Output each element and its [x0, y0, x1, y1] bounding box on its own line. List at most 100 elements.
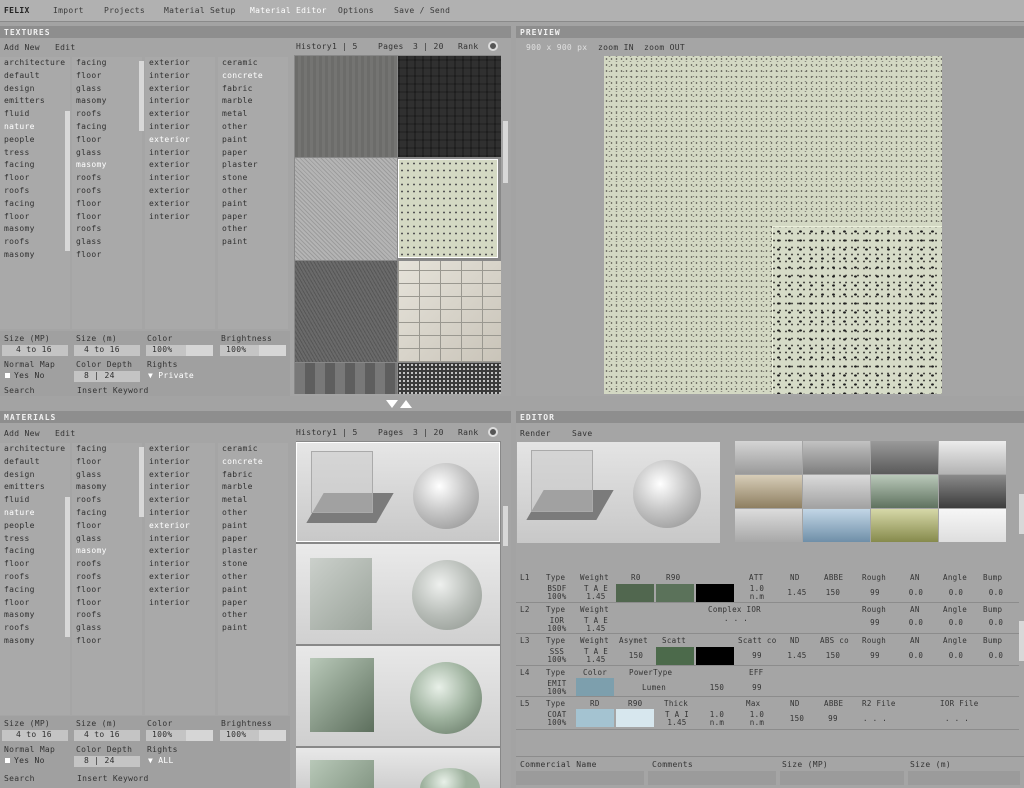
thick-unit-value[interactable]: 1.0 n.m — [702, 711, 732, 727]
rough-value[interactable]: 99 — [860, 619, 890, 627]
list-item[interactable]: floor — [72, 584, 142, 597]
material-grid-scrollbar[interactable] — [503, 506, 508, 546]
list-item[interactable]: paper — [218, 147, 288, 160]
layer-type-value[interactable]: COAT 100% — [542, 711, 572, 727]
menu-import[interactable]: Import — [53, 6, 84, 15]
texture-thumb-selected[interactable] — [398, 159, 498, 258]
zoom-in-button[interactable]: zoom IN — [598, 43, 634, 52]
list-item[interactable]: exterior — [145, 584, 215, 597]
list-item[interactable]: people — [0, 134, 70, 147]
list-item[interactable]: other — [218, 571, 288, 584]
rough-value[interactable]: 99 — [860, 589, 890, 597]
abbe-value[interactable]: 150 — [818, 589, 848, 597]
list-item[interactable]: roofs — [0, 571, 70, 584]
list-item[interactable]: interior — [145, 95, 215, 108]
textures-subcategory-list[interactable]: facing floor glass masomy roofs facing floor gl… — [72, 57, 142, 329]
list-item[interactable]: stone — [218, 172, 288, 185]
texture-thumb[interactable] — [295, 158, 397, 260]
color-swatch[interactable] — [186, 730, 213, 741]
list-item[interactable]: masomy — [0, 223, 70, 236]
layers-scrollbar[interactable] — [1019, 621, 1024, 661]
angle-value[interactable]: 0.0 — [941, 619, 971, 627]
r2-file-value[interactable]: . . . — [860, 715, 890, 723]
list-item[interactable]: interior — [145, 558, 215, 571]
layer-weight-value[interactable]: T A E 1.45 — [578, 585, 614, 601]
list-item[interactable]: people — [0, 520, 70, 533]
texture-thumb[interactable] — [398, 261, 501, 362]
list-item[interactable]: interior — [145, 172, 215, 185]
preset-thumb[interactable] — [871, 441, 938, 474]
list-item[interactable]: exterior — [145, 571, 215, 584]
list-item[interactable]: roofs — [72, 494, 142, 507]
list-item[interactable]: facing — [72, 507, 142, 520]
materials-pages-val[interactable]: 3 | 20 — [413, 428, 444, 437]
list-item[interactable]: default — [0, 70, 70, 83]
list-item[interactable]: exterior — [145, 185, 215, 198]
list-item[interactable]: fluid — [0, 494, 70, 507]
list-item[interactable]: stone — [218, 558, 288, 571]
list-item[interactable]: paper — [218, 597, 288, 610]
list-item[interactable]: masomy — [72, 95, 142, 108]
list-item[interactable]: exterior — [145, 198, 215, 211]
save-button[interactable]: Save — [572, 429, 592, 438]
list-item[interactable]: paint — [218, 584, 288, 597]
textures-history-pages[interactable]: 1 | 5 — [332, 42, 358, 51]
list-item[interactable]: facing — [72, 443, 142, 456]
texture-grid[interactable] — [294, 55, 501, 394]
list-item[interactable]: glass — [72, 83, 142, 96]
size-mp-input[interactable] — [780, 771, 904, 785]
material-grid[interactable] — [296, 441, 501, 788]
list-item[interactable]: interior — [145, 211, 215, 224]
materials-edit[interactable]: Edit — [55, 429, 75, 438]
textures-pages-val[interactable]: 3 | 20 — [413, 42, 444, 51]
r90-color-swatch[interactable] — [656, 584, 694, 602]
expand-up-icon[interactable] — [400, 400, 412, 408]
render-button[interactable]: Render — [520, 429, 551, 438]
list-item[interactable]: masomy — [72, 545, 142, 558]
max-value[interactable]: 1.0 n.m — [742, 711, 772, 727]
list-item[interactable]: floor — [72, 198, 142, 211]
list-item[interactable]: facing — [0, 198, 70, 211]
list-item[interactable]: fabric — [218, 469, 288, 482]
list-item[interactable]: masomy — [0, 249, 70, 262]
eff-value[interactable]: 99 — [742, 684, 772, 692]
list-item[interactable]: masomy — [0, 609, 70, 622]
preset-thumb[interactable] — [871, 475, 938, 508]
list-item[interactable]: floor — [0, 172, 70, 185]
list-item[interactable]: roofs — [72, 223, 142, 236]
refresh-icon[interactable] — [488, 427, 498, 437]
list-item[interactable]: ceramic — [218, 443, 288, 456]
preset-scrollbar[interactable] — [1019, 494, 1024, 534]
layer-type-value[interactable]: SSS 100% — [542, 648, 572, 664]
bump-value[interactable]: 0.0 — [981, 652, 1011, 660]
brightness-swatch[interactable] — [259, 730, 286, 741]
menu-options[interactable]: Options — [338, 6, 374, 15]
list-item[interactable]: marble — [218, 95, 288, 108]
color-swatch[interactable] — [186, 345, 213, 356]
list-item[interactable]: metal — [218, 108, 288, 121]
filter-size-m-input[interactable]: 4 to 16 — [74, 730, 140, 741]
angle-value[interactable]: 0.0 — [941, 652, 971, 660]
list-item[interactable]: interior — [145, 147, 215, 160]
list-item[interactable]: plaster — [218, 159, 288, 172]
layer-weight-value[interactable]: T A E 1.45 — [578, 648, 614, 664]
menu-projects[interactable]: Projects — [104, 6, 145, 15]
list-item[interactable]: glass — [72, 236, 142, 249]
list-item[interactable]: masomy — [0, 635, 70, 648]
textures-material-list[interactable]: ceramic concrete fabric marble metal other pai… — [218, 57, 288, 329]
list-item[interactable]: floor — [72, 520, 142, 533]
materials-add-new[interactable]: Add New — [4, 429, 40, 438]
list-item[interactable]: masomy — [72, 481, 142, 494]
materials-category-list[interactable]: architecture default design emitters fluid na… — [0, 443, 70, 715]
list-item[interactable]: interior — [145, 481, 215, 494]
materials-location-list[interactable]: exterior interior exterior interior exterior… — [145, 443, 215, 715]
list-item[interactable]: floor — [72, 635, 142, 648]
complex-ior-value[interactable]: . . . — [716, 615, 756, 623]
list-item[interactable]: roofs — [72, 558, 142, 571]
rough-value[interactable]: 99 — [860, 652, 890, 660]
list-item[interactable]: other — [218, 609, 288, 622]
list-item[interactable]: interior — [145, 70, 215, 83]
material-thumb-selected[interactable] — [296, 442, 500, 542]
material-thumb[interactable] — [296, 748, 500, 788]
size-m-input[interactable] — [908, 771, 1020, 785]
